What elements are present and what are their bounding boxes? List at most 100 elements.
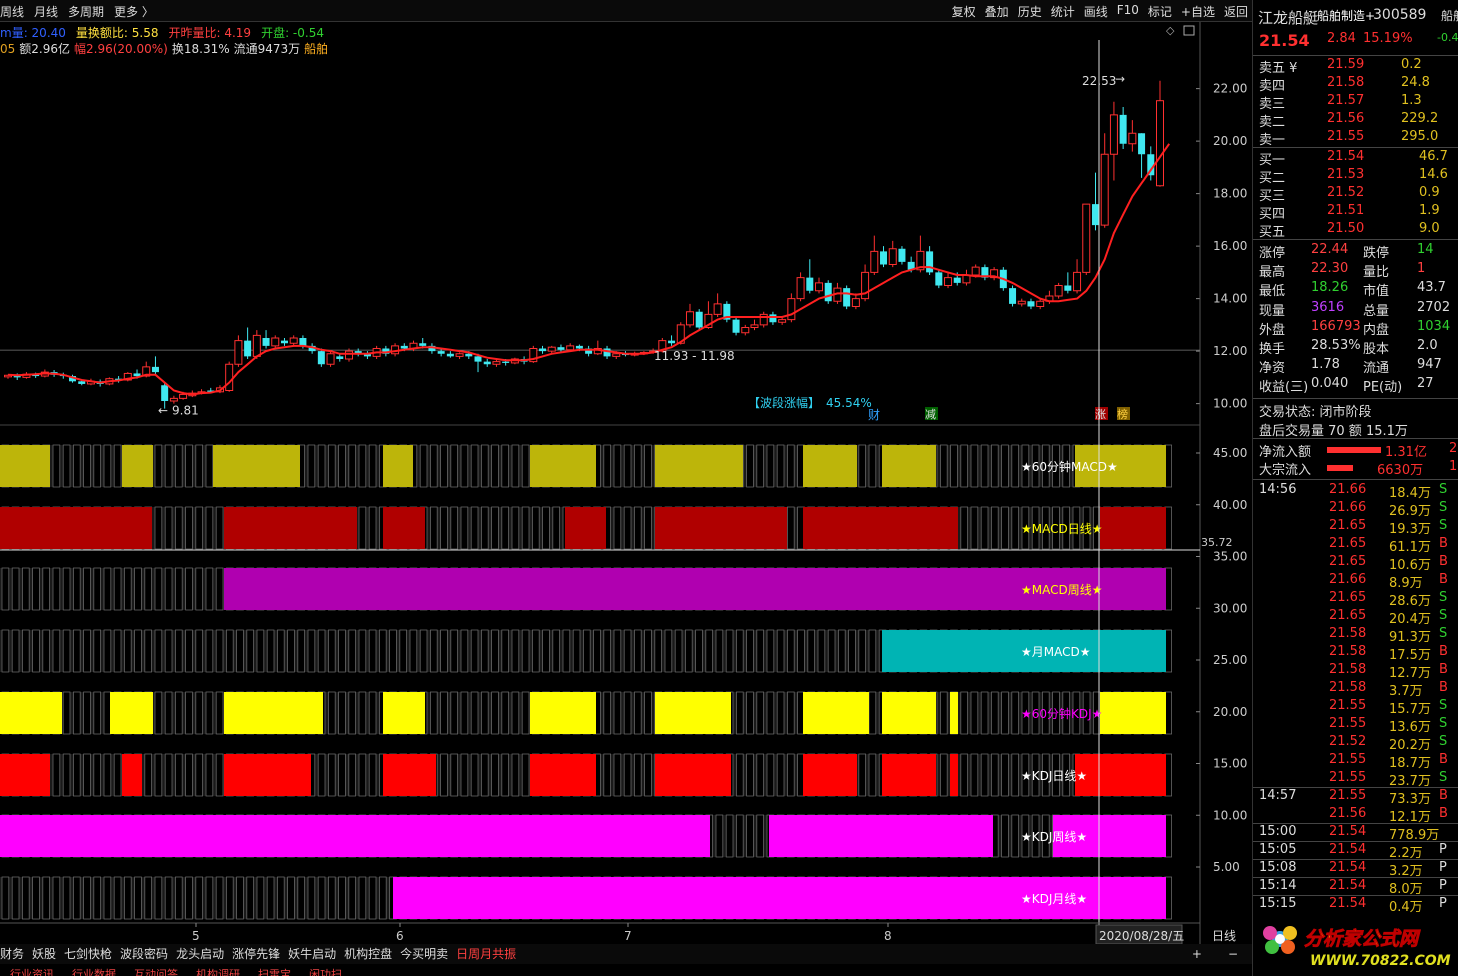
stat-value-b: 14	[1417, 242, 1434, 257]
toolbar-right-button-6[interactable]: 标记	[1148, 3, 1172, 20]
tick-row-19: 15:00 21.54 778.9万	[1253, 824, 1458, 843]
strip-segment	[655, 754, 731, 796]
indicator-tab-3[interactable]: 波段密码	[120, 944, 168, 964]
strip-segment	[565, 507, 606, 549]
indicator-tab-1[interactable]: 妖股	[32, 944, 56, 964]
tick-time: 15:15	[1259, 896, 1297, 911]
cursor-value-label: 35.72	[1201, 536, 1233, 549]
candle	[354, 348, 362, 357]
info-tab-1[interactable]: 行业数据	[72, 964, 116, 976]
tick-volume: 10.6万	[1389, 558, 1431, 573]
low-price-label: 9.81	[172, 404, 199, 418]
strip-segment	[803, 692, 869, 734]
stat-label-a: 外盘	[1259, 322, 1286, 338]
indicator-tab-5[interactable]: 涨停先锋	[232, 944, 280, 964]
price-axis-label: 22.00	[1213, 82, 1247, 96]
indicator-tab-9[interactable]: 日周月共振	[456, 944, 516, 964]
diamond-icon[interactable]: ◇	[1166, 24, 1175, 37]
bottom-info-tabs: 行业资讯 行业数据 互动问答 机构调研 扫雷宝 闲功扫	[0, 964, 1252, 976]
toolbar-left-button-1[interactable]: 月线	[34, 3, 58, 20]
candle	[151, 356, 159, 375]
ask-price: 21.58	[1327, 75, 1365, 90]
tick-price: 21.52	[1329, 734, 1367, 749]
bid-volume: 0.9	[1419, 185, 1440, 200]
strip-segment	[655, 507, 787, 549]
low-arrow-icon: ←	[158, 404, 168, 418]
candle	[446, 351, 454, 358]
block-inflow-row: 大宗流入 6630万 1	[1253, 459, 1458, 478]
kline-chart[interactable]: 22.0020.0018.0016.0014.0012.0010.0022.53…	[0, 22, 1252, 944]
bid-row-1: 买二 21.53 14.6	[1253, 167, 1458, 186]
tick-row-9: 21.58 17.5万 B	[1253, 644, 1458, 663]
candle	[593, 340, 602, 356]
toolbar-left-button-0[interactable]: 周线	[0, 3, 24, 20]
info-tab-4[interactable]: 扫雷宝	[258, 964, 291, 976]
strip-label: ★60分钟MACD★	[1021, 459, 1118, 474]
indicator-tab-4[interactable]: 龙头启动	[176, 944, 224, 964]
tick-volume: 20.2万	[1389, 738, 1431, 753]
info-tab-5[interactable]: 闲功扫	[309, 964, 342, 976]
indicator-tab-0[interactable]: 财务	[0, 944, 24, 964]
tick-row-13: 21.55 13.6万 S	[1253, 716, 1458, 735]
zoom-out-button[interactable]: −	[1228, 944, 1238, 964]
bid-volume: 1.9	[1419, 203, 1440, 218]
tick-flag: S	[1439, 518, 1448, 533]
stat-value-a: 3616	[1311, 299, 1345, 315]
price-row: 21.54 2.84 15.19% -0.4	[1253, 31, 1458, 50]
candle	[685, 303, 694, 328]
toolbar-right-button-4[interactable]: 画线	[1084, 3, 1108, 20]
block-inflow-bar	[1327, 465, 1353, 471]
stat-label-a: 收益(三)	[1259, 380, 1309, 396]
stat-value-a: 22.44	[1311, 242, 1349, 257]
candle	[1091, 172, 1099, 231]
sep-2	[1253, 147, 1458, 148]
info-tab-3[interactable]: 机构调研	[196, 964, 240, 976]
toolbar-right-button-8[interactable]: 返回	[1224, 3, 1248, 20]
tick-volume: 13.6万	[1389, 720, 1431, 735]
strip-segment	[530, 754, 596, 796]
indicator-tab-2[interactable]: 七剑快枪	[64, 944, 112, 964]
stat-value-b: 1034	[1417, 318, 1451, 334]
zoom-in-button[interactable]: +	[1192, 944, 1202, 964]
limit-up-marker: 涨	[1095, 408, 1106, 421]
toolbar-left-button-3[interactable]: 更多 〉	[114, 3, 154, 20]
indicator-tab-6[interactable]: 妖牛启动	[288, 944, 336, 964]
toolbar-right-button-2[interactable]: 历史	[1018, 3, 1042, 20]
strip-segment	[803, 445, 857, 487]
info-tab-0[interactable]: 行业资讯	[10, 964, 54, 976]
stat-row-1: 最高 22.30 量比 1	[1253, 261, 1458, 280]
candle	[262, 330, 270, 349]
toolbar-right-button-7[interactable]: +自选	[1181, 3, 1215, 20]
toolbar-right-button-3[interactable]: 统计	[1051, 3, 1075, 20]
tick-volume: 20.4万	[1389, 612, 1431, 627]
tick-sep-20	[1253, 841, 1458, 842]
tick-row-18: 21.56 12.1万 B	[1253, 806, 1458, 825]
bid-row-0: 买一 21.54 46.7	[1253, 149, 1458, 168]
tick-price: 21.58	[1329, 644, 1367, 659]
price-change-pct: 15.19%	[1363, 31, 1413, 46]
candle	[1156, 80, 1164, 187]
signal-strip-2: ★MACD周线★	[0, 567, 1173, 611]
window-icon[interactable]	[1183, 25, 1195, 36]
block-inflow-extra: 1	[1449, 459, 1458, 474]
stat-value-a: 1.78	[1311, 357, 1340, 373]
info-tab-2[interactable]: 互动问答	[134, 964, 178, 976]
strip-segment	[530, 692, 596, 734]
indicator-tab-7[interactable]: 机构控盘	[344, 944, 392, 964]
wave-gain-label: 【波段涨幅】	[748, 395, 820, 410]
candle	[1054, 282, 1063, 299]
ask-price: 21.56	[1327, 111, 1365, 126]
net-inflow-label: 净流入额	[1259, 445, 1312, 460]
stat-label-b: 跌停	[1363, 246, 1390, 261]
candle	[244, 327, 252, 359]
indicator-tab-8[interactable]: 今买明卖	[400, 944, 448, 964]
toolbar-right-button-5[interactable]: F10	[1117, 3, 1139, 20]
bid-label: 买五	[1259, 225, 1286, 240]
tick-flag: B	[1439, 572, 1448, 587]
toolbar-right-button-0[interactable]: 复权	[952, 3, 976, 20]
toolbar-left-button-2[interactable]: 多周期	[68, 3, 104, 20]
stat-label-a: 最低	[1259, 284, 1286, 300]
toolbar-right-button-1[interactable]: 叠加	[985, 3, 1009, 20]
strip-segment	[224, 692, 323, 734]
reduce-marker: 减	[925, 408, 936, 421]
